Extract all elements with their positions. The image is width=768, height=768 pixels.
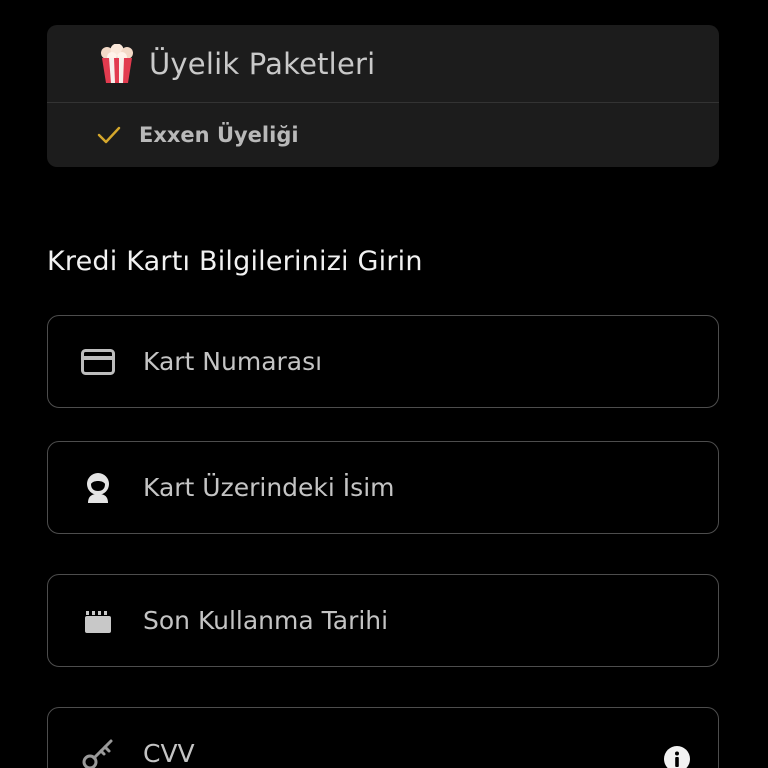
check-icon (95, 121, 123, 149)
expiry-date-input[interactable] (143, 575, 658, 666)
popcorn-icon (97, 43, 137, 84)
package-item-label: Exxen Üyeliği (139, 123, 299, 147)
card-number-input[interactable] (143, 316, 658, 407)
info-icon[interactable] (664, 746, 690, 768)
membership-packages-header[interactable]: Üyelik Paketleri (47, 25, 719, 103)
membership-packages-title: Üyelik Paketleri (149, 46, 376, 81)
payment-page: Üyelik Paketleri Exxen Üyeliği Kredi Kar… (0, 0, 768, 768)
credit-card-section-title: Kredi Kartı Bilgilerinizi Girin (47, 246, 423, 277)
calendar-icon (78, 601, 118, 641)
membership-packages-card: Üyelik Paketleri Exxen Üyeliği (47, 25, 719, 167)
key-icon (78, 734, 118, 768)
cvv-field[interactable] (47, 707, 719, 768)
expiry-date-field[interactable] (47, 574, 719, 667)
cvv-input[interactable] (143, 708, 658, 768)
card-name-field[interactable] (47, 441, 719, 534)
person-icon (78, 468, 118, 508)
package-item-exxen[interactable]: Exxen Üyeliği (47, 103, 719, 167)
card-number-field[interactable] (47, 315, 719, 408)
credit-card-icon (78, 342, 118, 382)
card-name-input[interactable] (143, 442, 658, 533)
